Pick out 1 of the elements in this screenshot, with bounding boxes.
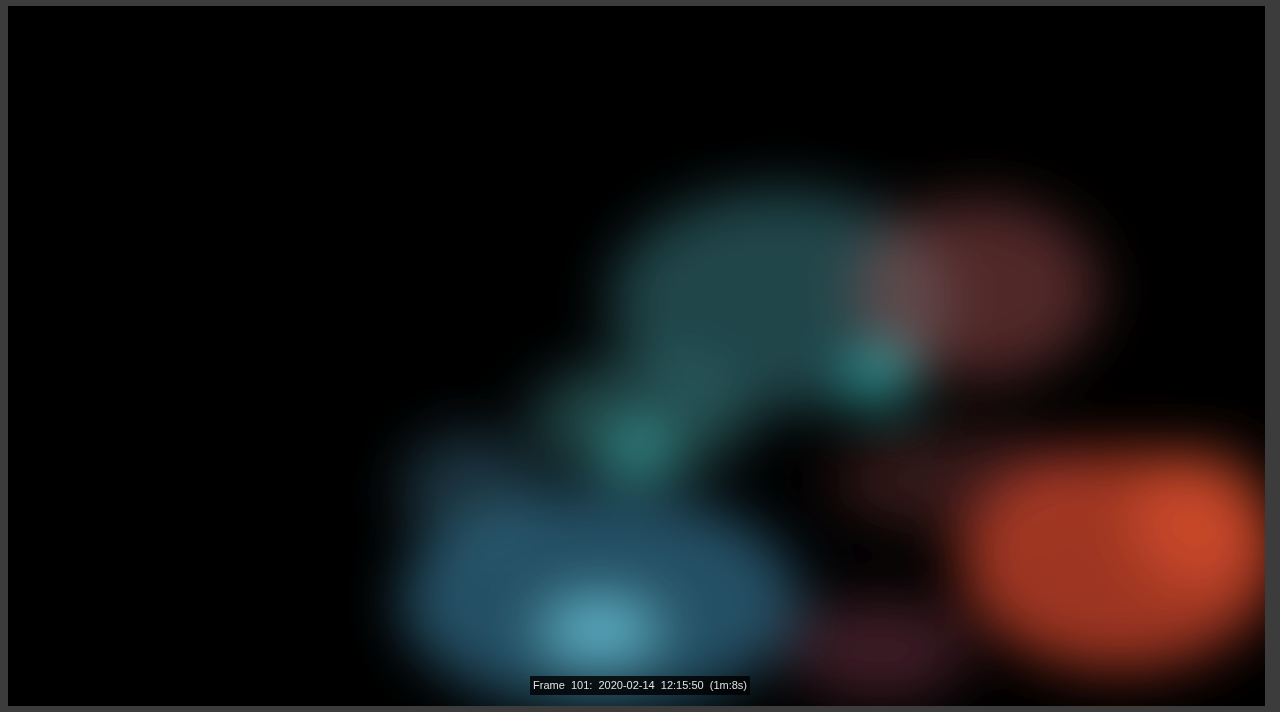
frame-info-label: Frame 101: 2020-02-14 12:15:50 (1m:8s)	[530, 676, 750, 695]
